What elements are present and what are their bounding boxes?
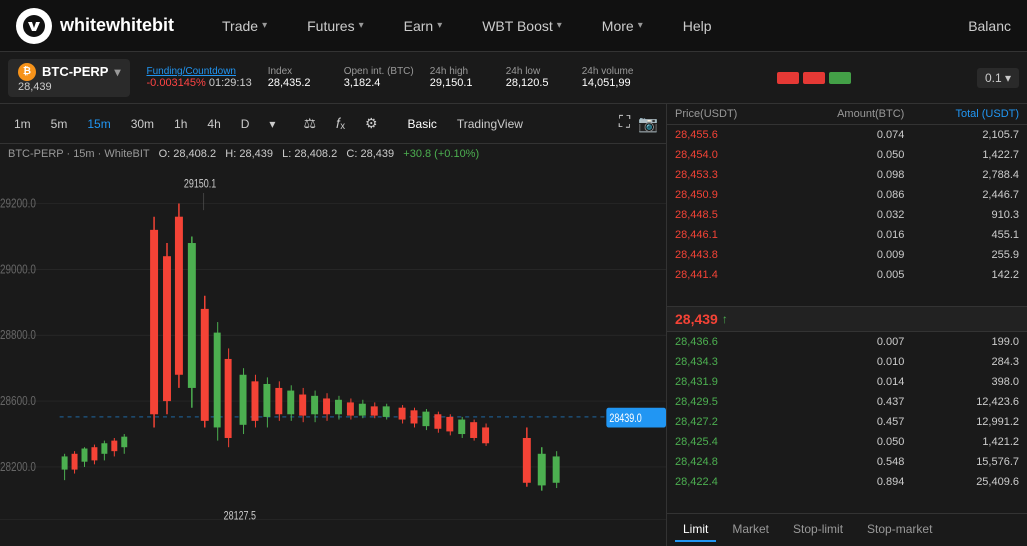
ob-col-amount: Amount(BTC): [790, 108, 905, 120]
24h-low-stat: 24h low 28,120.5: [506, 66, 566, 89]
nav-help[interactable]: Help: [675, 12, 720, 40]
24h-volume-stat: 24h volume 14,051,99: [582, 66, 652, 89]
chart-type-candle[interactable]: ⚖: [297, 112, 322, 135]
tf-15m[interactable]: 15m: [81, 114, 116, 134]
flag-red2[interactable]: [803, 72, 825, 84]
chart-actions: ⛶ 📷: [619, 114, 658, 134]
chart-toolbar: 1m 5m 15m 30m 1h 4h D ▾ ⚖ 𝑓ₓ ⚙ Basic Tra…: [0, 104, 666, 144]
funding-stat: Funding/Countdown -0.003145% 01:29:13: [146, 66, 251, 89]
chart-settings[interactable]: ⚙: [359, 112, 384, 135]
ob-bids: 28,436.60.007199.028,434.30.010284.328,4…: [667, 332, 1027, 513]
trade-tab-limit[interactable]: Limit: [675, 518, 716, 542]
svg-text:28439.0: 28439.0: [609, 412, 641, 426]
svg-text:29200.0: 29200.0: [0, 196, 36, 211]
pair-selector[interactable]: ₿ BTC-PERP ▾ 28,439: [8, 59, 130, 97]
svg-text:28200.0: 28200.0: [0, 460, 36, 475]
flag-green[interactable]: [829, 72, 851, 84]
ob-ask-row[interactable]: 28,455.60.0742,105.7: [667, 125, 1027, 145]
screenshot-btn[interactable]: 📷: [638, 114, 658, 134]
svg-text:28600.0: 28600.0: [0, 394, 36, 409]
flag-red[interactable]: [777, 72, 799, 84]
ob-bid-row[interactable]: 28,424.80.54815,576.7: [667, 452, 1027, 472]
nav-earn-arrow: ▾: [437, 20, 442, 31]
ob-ask-row[interactable]: 28,443.80.009255.9: [667, 245, 1027, 265]
ob-mid-price-value: 28,439: [675, 311, 718, 327]
funding-value: -0.003145% 01:29:13: [146, 77, 251, 89]
chart-info-bar: BTC-PERP · 15m · WhiteBIT O: 28,408.2 H:…: [0, 144, 666, 164]
balance-link[interactable]: Balanc: [968, 18, 1011, 34]
ob-ask-row[interactable]: 28,450.90.0862,446.7: [667, 185, 1027, 205]
nav-trade[interactable]: Trade ▾: [214, 12, 275, 40]
nav-futures-arrow: ▾: [359, 20, 364, 31]
ob-mid-price: 28,439 ↑: [667, 306, 1027, 332]
depth-selector[interactable]: 0.1 ▾: [977, 68, 1019, 88]
pair-name: ₿ BTC-PERP ▾: [18, 63, 120, 81]
tf-5m[interactable]: 5m: [45, 114, 74, 134]
tf-4h[interactable]: 4h: [201, 114, 226, 134]
ob-ask-row[interactable]: 28,454.00.0501,422.7: [667, 145, 1027, 165]
chart-source-group: Basic TradingView: [400, 114, 531, 134]
ob-bid-row[interactable]: 28,429.50.43712,423.6: [667, 392, 1027, 412]
logo-icon: [16, 8, 52, 44]
nav-trade-arrow: ▾: [262, 20, 267, 31]
nav-wbt-boost-arrow: ▾: [557, 20, 562, 31]
svg-text:28800.0: 28800.0: [0, 328, 36, 343]
ob-col-total: Total (USDT): [904, 108, 1019, 120]
nav-more-arrow: ▾: [638, 20, 643, 31]
svg-text:29000.0: 29000.0: [0, 262, 36, 277]
chart-svg: 29200.0 29000.0 28800.0 28600.0 28200.0 …: [0, 164, 666, 546]
source-basic[interactable]: Basic: [400, 114, 445, 134]
trade-tabs: Limit Market Stop-limit Stop-market: [667, 513, 1027, 546]
nav-more[interactable]: More ▾: [594, 12, 651, 40]
main-header: whitewhitebit Trade ▾ Futures ▾ Earn ▾ W…: [0, 0, 1027, 52]
ob-asks: 28,455.60.0742,105.728,454.00.0501,422.7…: [667, 125, 1027, 306]
svg-text:29150.1: 29150.1: [184, 178, 216, 192]
24h-high-stat: 24h high 29,150.1: [430, 66, 490, 89]
ob-bid-row[interactable]: 28,436.60.007199.0: [667, 332, 1027, 352]
index-stat: Index 28,435.2: [268, 66, 328, 89]
tf-more[interactable]: ▾: [263, 114, 281, 134]
trade-tab-stop-market[interactable]: Stop-market: [859, 518, 940, 542]
nav-wbt-boost[interactable]: WBT Boost ▾: [474, 12, 570, 40]
main-area: 1m 5m 15m 30m 1h 4h D ▾ ⚖ 𝑓ₓ ⚙ Basic Tra…: [0, 104, 1027, 546]
ob-bid-row[interactable]: 28,422.40.89425,409.6: [667, 472, 1027, 492]
tf-D[interactable]: D: [235, 114, 256, 134]
chart-area: 1m 5m 15m 30m 1h 4h D ▾ ⚖ 𝑓ₓ ⚙ Basic Tra…: [0, 104, 667, 546]
funding-label[interactable]: Funding/Countdown: [146, 66, 251, 77]
nav-futures[interactable]: Futures ▾: [299, 12, 372, 40]
logo[interactable]: whitewhitebit: [16, 8, 174, 44]
chart-type-indicator[interactable]: 𝑓ₓ: [330, 112, 351, 135]
pair-dropdown-arrow: ▾: [114, 65, 120, 79]
svg-text:28127.5: 28127.5: [224, 509, 256, 523]
trade-tab-stop-limit[interactable]: Stop-limit: [785, 518, 851, 542]
order-book: Price(USDT) Amount(BTC) Total (USDT) 28,…: [667, 104, 1027, 546]
logo-text: whitewhitebit: [60, 15, 174, 36]
ob-mid-arrow: ↑: [722, 312, 728, 326]
tf-1h[interactable]: 1h: [168, 114, 193, 134]
tf-30m[interactable]: 30m: [125, 114, 160, 134]
ob-ask-row[interactable]: 28,446.10.016455.1: [667, 225, 1027, 245]
btc-icon: ₿: [18, 63, 36, 81]
tf-1m[interactable]: 1m: [8, 114, 37, 134]
ob-col-price: Price(USDT): [675, 108, 790, 120]
ob-ask-row[interactable]: 28,441.40.005142.2: [667, 265, 1027, 285]
fullscreen-btn[interactable]: ⛶: [619, 114, 630, 134]
open-interest-stat: Open int. (BTC) 3,182.4: [344, 66, 414, 89]
source-tradingview[interactable]: TradingView: [449, 114, 531, 134]
ob-header: Price(USDT) Amount(BTC) Total (USDT): [667, 104, 1027, 125]
ob-bid-row[interactable]: 28,434.30.010284.3: [667, 352, 1027, 372]
nav-earn[interactable]: Earn ▾: [396, 12, 451, 40]
sub-header: ₿ BTC-PERP ▾ 28,439 Funding/Countdown -0…: [0, 52, 1027, 104]
candlestick-chart[interactable]: 29200.0 29000.0 28800.0 28600.0 28200.0 …: [0, 164, 666, 546]
ob-bid-row[interactable]: 28,427.20.45712,991.2: [667, 412, 1027, 432]
ob-ask-row[interactable]: 28,453.30.0982,788.4: [667, 165, 1027, 185]
trade-tab-market[interactable]: Market: [724, 518, 777, 542]
ob-ask-row[interactable]: 28,448.50.032910.3: [667, 205, 1027, 225]
flag-icons: [777, 72, 851, 84]
ob-bid-row[interactable]: 28,431.90.014398.0: [667, 372, 1027, 392]
ob-bid-row[interactable]: 28,425.40.0501,421.2: [667, 432, 1027, 452]
